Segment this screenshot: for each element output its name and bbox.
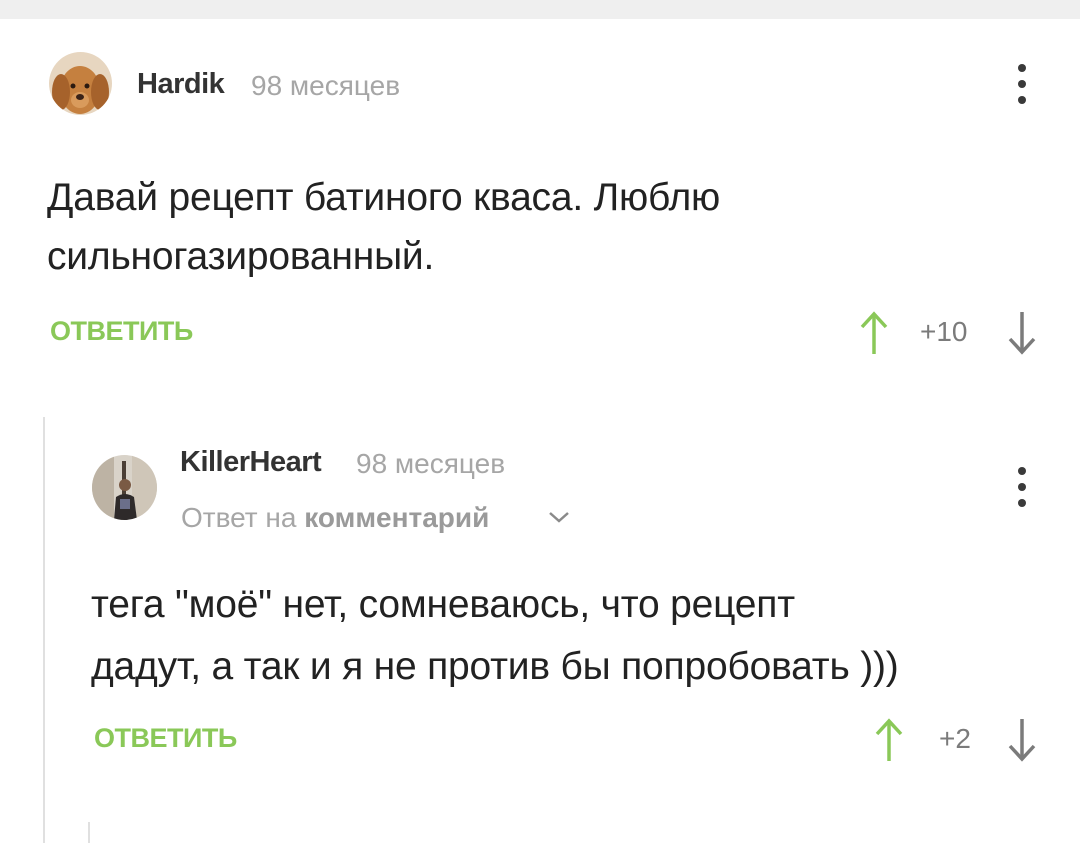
upvote-arrow-icon[interactable]	[874, 717, 904, 763]
comment-text-line-1: тега "моё" нет, сомневаюсь, что рецепт	[91, 583, 795, 626]
reply-to-line: Ответ на комментарий	[181, 502, 489, 534]
comment-time: 98 месяцев	[251, 70, 401, 101]
thread-line-nested	[88, 822, 90, 843]
reply-button[interactable]: ОТВЕТИТЬ	[94, 723, 237, 754]
comment-text-line-2: дадут, а так и я не против бы попробоват…	[91, 645, 899, 688]
downvote-arrow-icon[interactable]	[1007, 310, 1037, 356]
user-photo-avatar-icon	[92, 455, 157, 520]
comment-text-line-1: Давай рецепт батиного кваса. Люблю	[47, 176, 721, 219]
downvote-arrow-icon[interactable]	[1007, 717, 1037, 763]
top-separator-bar	[0, 0, 1080, 19]
comment-author[interactable]: Hardik	[137, 68, 225, 101]
thread-line	[43, 417, 45, 843]
dog-avatar-icon	[49, 52, 112, 115]
reply-to-prefix: Ответ на	[181, 502, 297, 533]
avatar[interactable]	[92, 455, 157, 520]
chevron-down-icon[interactable]	[548, 510, 570, 524]
upvote-arrow-icon[interactable]	[859, 310, 889, 356]
comment-author[interactable]: KillerHeart	[180, 446, 322, 479]
rating-value: +2	[939, 723, 971, 754]
comment-text-line-2: сильногазированный.	[47, 235, 435, 278]
rating-value: +10	[920, 316, 968, 347]
kebab-menu-icon[interactable]	[1015, 64, 1029, 104]
kebab-menu-icon[interactable]	[1015, 467, 1029, 507]
reply-to-comment-link[interactable]: комментарий	[304, 502, 489, 533]
avatar[interactable]	[49, 52, 112, 115]
comment-time: 98 месяцев	[356, 448, 506, 479]
reply-button[interactable]: ОТВЕТИТЬ	[50, 316, 193, 347]
